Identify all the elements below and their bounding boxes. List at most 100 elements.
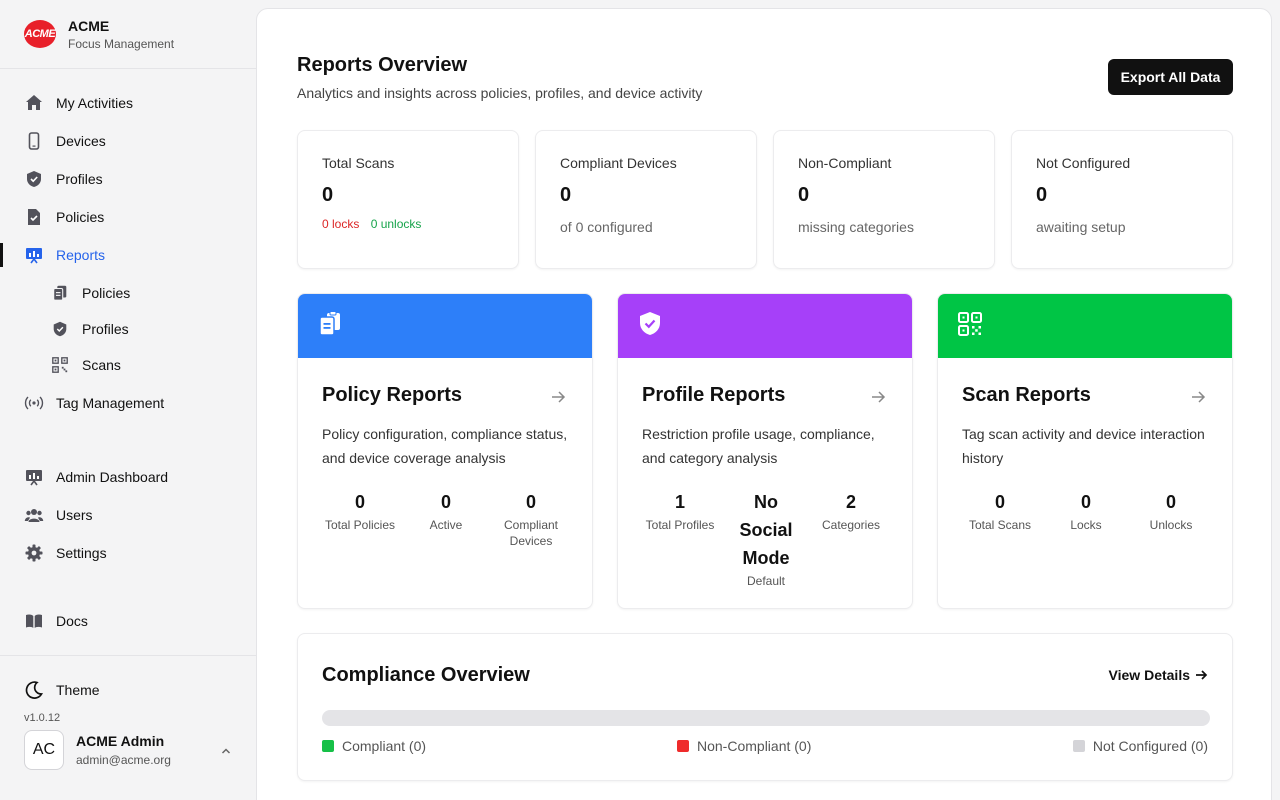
metric-label: Locks: [1070, 518, 1102, 532]
sidebar-item-label: Users: [56, 507, 93, 523]
chevron-up-icon: [220, 744, 232, 762]
card-title: Profile Reports: [642, 384, 786, 406]
stat-card-not-configured: Not Configured 0 awaiting setup: [1011, 130, 1233, 269]
sidebar-item-admin-dashboard[interactable]: Admin Dashboard: [24, 465, 168, 489]
sidebar-item-users[interactable]: Users: [24, 503, 93, 527]
sidebar-item-devices[interactable]: Devices: [24, 129, 106, 153]
scan-reports-card[interactable]: Scan Reports Tag scan activity and devic…: [937, 293, 1233, 609]
sidebar-item-tag-management[interactable]: Tag Management: [24, 391, 164, 415]
metric-value: 0: [994, 492, 1005, 512]
stat-value: 0: [322, 184, 334, 206]
sidebar-item-label: Policies: [82, 285, 131, 301]
legend-swatch: [1072, 740, 1085, 752]
metric-value: 0: [440, 492, 451, 512]
stat-card-total-scans: Total Scans 0 0 locks 0 unlocks: [297, 130, 519, 269]
arrow-right-icon: [550, 389, 566, 410]
metric-value: 0: [1165, 492, 1176, 512]
metric-label: Compliant Devices: [503, 518, 559, 548]
stat-label: Not Configured: [1036, 155, 1131, 171]
metric-active: 0 Active: [401, 488, 491, 533]
metric-compliant-devices: 0 Compliant Devices: [486, 488, 576, 549]
sidebar-subitem-policies[interactable]: Policies: [50, 281, 130, 305]
stat-value: 0: [1036, 184, 1048, 206]
metric-label: Active: [429, 518, 463, 532]
sidebar-item-label: Profiles: [56, 171, 103, 187]
legend-label: Compliant (0): [342, 738, 427, 754]
compliance-title: Compliance Overview: [322, 664, 530, 686]
app-version: v1.0.12: [24, 712, 61, 724]
unlocks-count: 0 unlocks: [370, 217, 422, 231]
brand-subtitle: Focus Management: [68, 36, 175, 51]
brand-name: ACME: [68, 17, 110, 34]
stat-label: Non-Compliant: [798, 155, 892, 171]
sidebar-item-label: Settings: [56, 545, 107, 561]
metric-locks: 0 Locks: [1041, 488, 1131, 533]
metric-label: Total Policies: [324, 518, 396, 532]
sidebar-item-label: My Activities: [56, 95, 134, 111]
signal-icon: [24, 393, 44, 413]
stat-card-compliant-devices: Compliant Devices 0 of 0 configured: [535, 130, 757, 269]
shield-check-icon: [636, 310, 664, 343]
policy-reports-card[interactable]: Policy Reports Policy configuration, com…: [297, 293, 593, 609]
sidebar-item-settings[interactable]: Settings: [24, 541, 107, 565]
legend-non-compliant: Non-Compliant (0): [677, 738, 811, 754]
sidebar-item-my-activities[interactable]: My Activities: [24, 91, 133, 115]
metric-value: 2: [845, 492, 856, 512]
sidebar-item-reports[interactable]: Reports: [24, 243, 105, 267]
metric-label: Default: [746, 574, 786, 588]
sidebar-item-label: Policies: [56, 209, 105, 225]
active-indicator: [0, 243, 3, 267]
theme-toggle[interactable]: Theme: [24, 678, 100, 702]
legend-label: Non-Compliant (0): [697, 738, 812, 754]
page-subtitle: Analytics and insights across policies, …: [297, 85, 703, 101]
gear-icon: [24, 543, 44, 563]
legend-compliant: Compliant (0): [322, 738, 426, 754]
user-menu[interactable]: AC ACME Admin admin@acme.org: [24, 726, 240, 774]
sidebar-item-label: Reports: [56, 247, 106, 263]
view-details-label: View Details: [1108, 667, 1190, 683]
legend-not-configured: Not Configured (0): [1072, 738, 1208, 754]
book-icon: [24, 611, 44, 631]
stat-description: awaiting setup: [1036, 219, 1126, 235]
phone-icon: [24, 131, 44, 151]
main-panel: Reports Overview Analytics and insights …: [256, 8, 1272, 800]
brand-header[interactable]: ACME ACME Focus Management: [0, 0, 256, 69]
metric-label: Unlocks: [1149, 518, 1193, 532]
sidebar-subitem-scans[interactable]: Scans: [50, 353, 121, 377]
sidebar-item-label: Scans: [82, 357, 121, 373]
documents-icon: [316, 310, 344, 343]
metric-total-policies: 0 Total Policies: [315, 488, 405, 533]
avatar: AC: [24, 730, 64, 770]
stat-value: 0: [798, 184, 810, 206]
export-all-data-button[interactable]: Export All Data: [1108, 59, 1233, 95]
legend-swatch: [322, 740, 334, 752]
sidebar-item-policies[interactable]: Policies: [24, 205, 104, 229]
compliance-overview-card: Compliance Overview View Details Complia…: [297, 633, 1233, 781]
sidebar-item-label: Devices: [56, 133, 106, 149]
card-header-band: [298, 294, 592, 358]
acme-logo: ACME: [24, 20, 56, 48]
profile-reports-card[interactable]: Profile Reports Restriction profile usag…: [617, 293, 913, 609]
home-icon: [24, 93, 44, 113]
view-details-link[interactable]: View Details: [1109, 667, 1208, 683]
qr-code-icon: [956, 310, 984, 343]
sidebar-item-label: Admin Dashboard: [56, 469, 169, 485]
metric-label: Total Scans: [968, 518, 1032, 532]
sidebar-subitem-profiles[interactable]: Profiles: [50, 317, 129, 341]
metric-default: No Social Mode Default: [721, 488, 811, 589]
card-header-band: [938, 294, 1232, 358]
metric-total-scans: 0 Total Scans: [955, 488, 1045, 533]
legend-label: Not Configured (0): [1092, 738, 1208, 754]
sidebar-divider: [0, 655, 256, 656]
sidebar-item-label: Tag Management: [56, 395, 165, 411]
sidebar-item-profiles[interactable]: Profiles: [24, 167, 103, 191]
stat-label: Total Scans: [322, 155, 395, 171]
presentation-chart-icon: [24, 245, 44, 265]
card-header-band: [618, 294, 912, 358]
metric-value: No Social Mode: [739, 492, 793, 568]
sidebar-item-docs[interactable]: Docs: [24, 609, 88, 633]
arrow-right-icon: [1194, 668, 1208, 682]
stat-description: missing categories: [798, 219, 914, 235]
presentation-chart-icon: [24, 467, 44, 487]
metric-value: 0: [525, 492, 536, 512]
